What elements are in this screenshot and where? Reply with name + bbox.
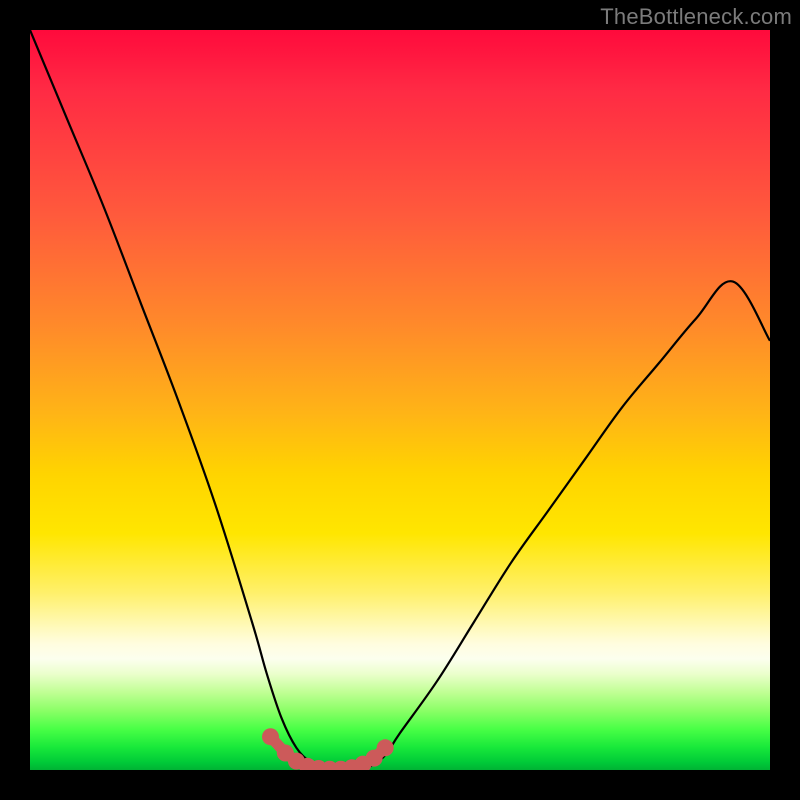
watermark-text: TheBottleneck.com	[600, 4, 792, 30]
valley-markers	[262, 728, 394, 770]
chart-frame: TheBottleneck.com	[0, 0, 800, 800]
curve-layer	[30, 30, 770, 770]
plot-area	[30, 30, 770, 770]
valley-marker	[377, 739, 394, 756]
valley-marker	[262, 728, 279, 745]
bottleneck-curve	[30, 30, 770, 770]
